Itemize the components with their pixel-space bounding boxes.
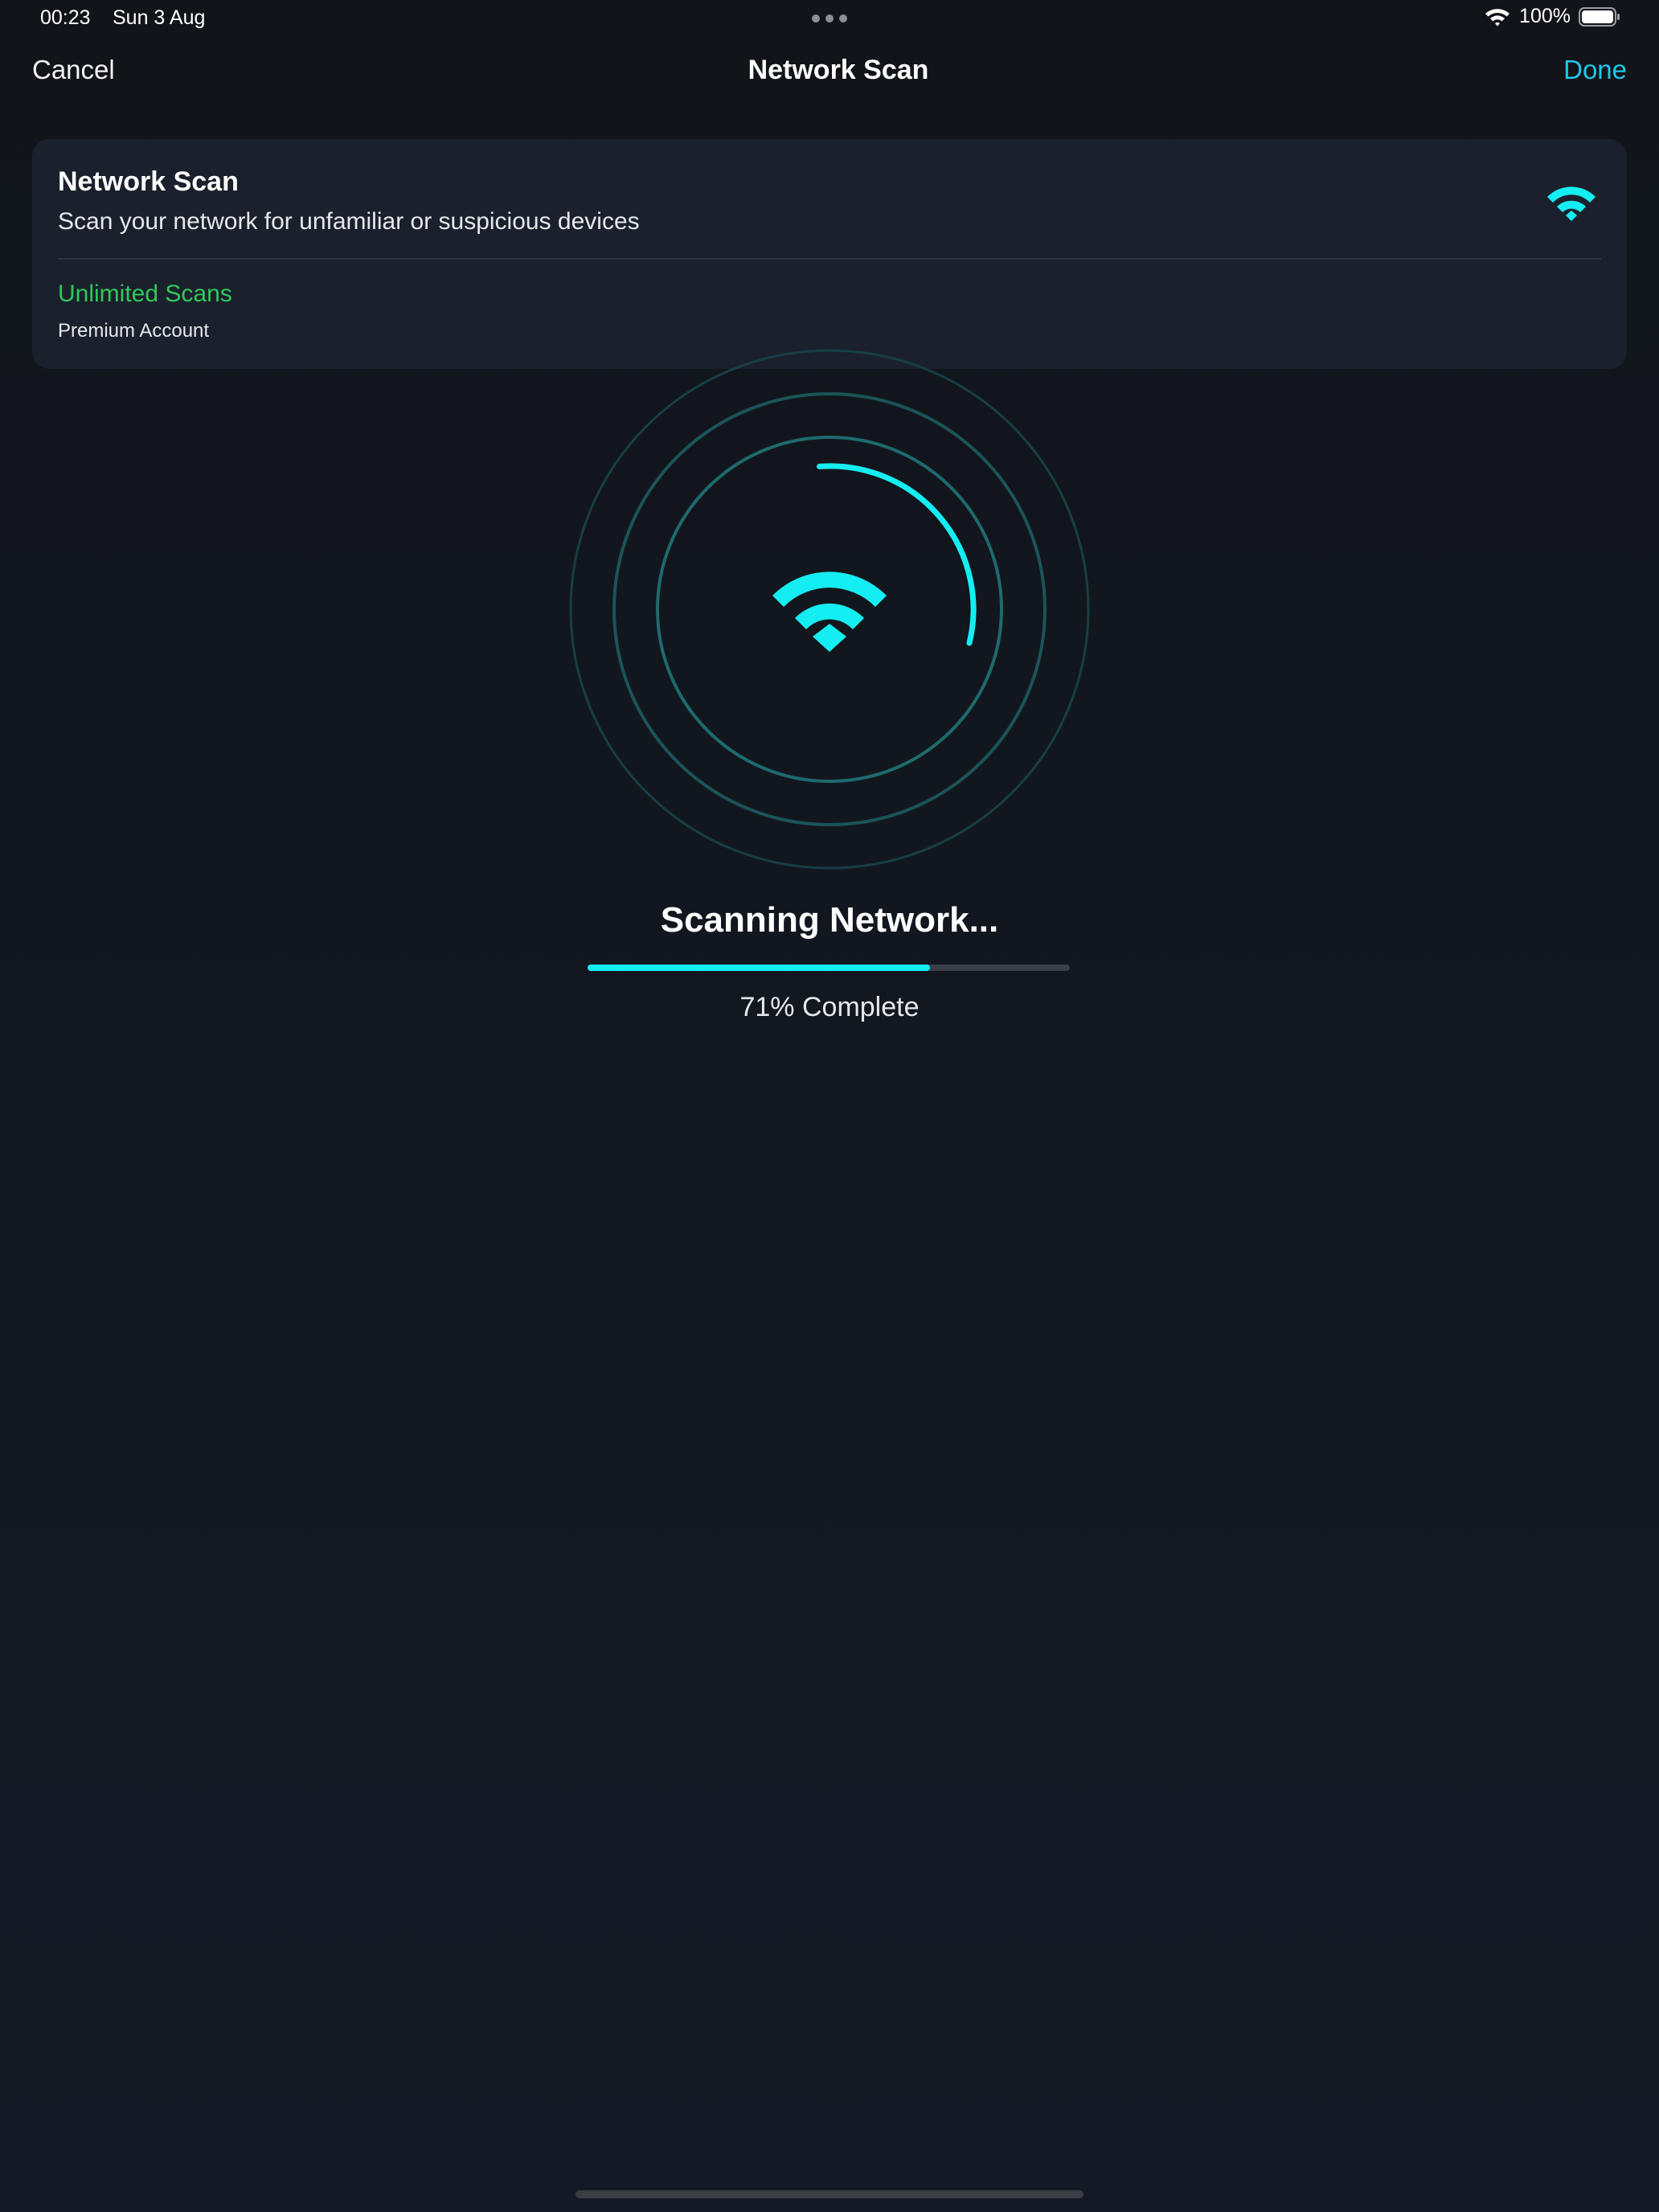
network-scan-screen: 00:23 Sun 3 Aug 100% Cancel Network Scan… [0,0,1659,2212]
card-divider [58,258,1601,260]
scan-progress-bar [588,965,1070,971]
scan-radar [569,349,1090,870]
battery-percentage: 100% [1519,5,1571,27]
done-button[interactable]: Done [1563,55,1627,85]
wifi-icon [1547,186,1596,221]
card-subtitle: Scan your network for unfamiliar or susp… [58,208,640,235]
status-time: 00:23 [40,6,91,29]
status-date: Sun 3 Aug [113,6,206,29]
home-indicator[interactable] [576,2190,1083,2198]
multitask-dots-icon[interactable] [812,14,847,23]
status-bar: 00:23 Sun 3 Aug 100% [0,0,1659,39]
scan-progress-fill [588,965,930,971]
battery-icon [1579,6,1620,27]
wifi-icon [772,571,887,652]
wifi-icon [1485,8,1510,26]
status-indicators: 100% [1484,5,1620,28]
card-title: Network Scan [58,166,239,197]
network-scan-card: Network Scan Scan your network for unfam… [32,139,1627,369]
plan-label: Unlimited Scans [58,281,232,307]
page-title: Network Scan [748,55,929,85]
scan-status-title: Scanning Network... [660,900,999,940]
scan-percent-label: 71% Complete [739,992,920,1022]
account-type-label: Premium Account [58,320,210,342]
